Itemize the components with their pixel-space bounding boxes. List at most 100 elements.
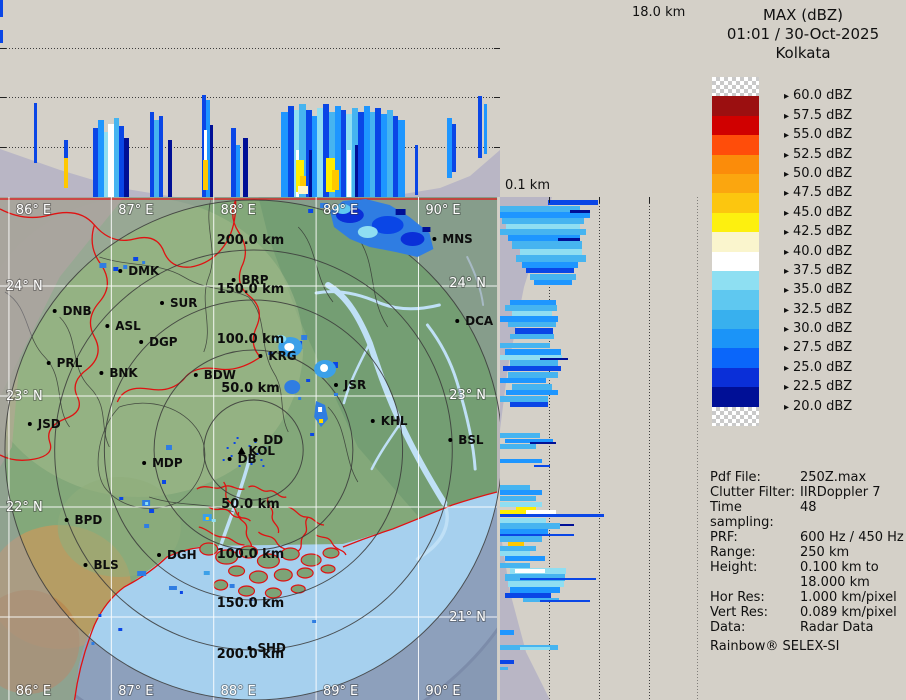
metadata-row: Data:Radar Data [710, 620, 906, 635]
yz-projection-canvas [500, 197, 700, 700]
latitude-label-left: 23° N [6, 389, 43, 404]
metadata-row: Clutter Filter:IIRDoppler 7 [710, 485, 906, 500]
metadata-value: 0.100 km to 18.000 km [800, 560, 879, 590]
city-label: DGH [167, 548, 197, 562]
legend-row: ▸37.5 dBZ [712, 252, 902, 271]
city-label: PRL [57, 356, 83, 370]
metadata-label: Height: [710, 560, 800, 590]
longitude-label-top: 89° E [323, 203, 358, 218]
legend-row: ▸20.0 dBZ [712, 387, 902, 406]
metadata-label: Clutter Filter: [710, 485, 800, 500]
xz-gridlines [0, 49, 500, 148]
legend-swatch [712, 329, 759, 348]
metadata-value: 250Z.max [800, 470, 866, 485]
metadata-row: Vert Res:0.089 km/pixel [710, 605, 906, 620]
city-marker [371, 419, 375, 423]
range-ring-label: 100.0 km [217, 332, 284, 347]
city-marker [83, 563, 87, 567]
product-header: MAX (dBZ) 01:01 / 30-Oct-2025 Kolkata [700, 6, 906, 63]
city-label: ASL [115, 319, 141, 333]
city-label: JSR [343, 378, 366, 392]
range-ring-label: 50.0 km [221, 381, 279, 396]
legend-swatch [712, 252, 759, 271]
ppi-map-panel[interactable]: 86° E86° E87° E87° E88° E88° E89° E89° E… [0, 197, 500, 700]
legend-row: ▸25.0 dBZ [712, 348, 902, 367]
range-ring-label: 200.0 km [217, 233, 284, 248]
longitude-label-top: 88° E [221, 203, 256, 218]
info-sidebar: MAX (dBZ) 01:01 / 30-Oct-2025 Kolkata ▸6… [700, 0, 906, 700]
legend-swatch [712, 135, 759, 154]
metadata-label: Data: [710, 620, 800, 635]
legend-swatch [712, 116, 759, 135]
legend-swatch [712, 387, 759, 406]
latitude-label-left: 22° N [6, 500, 43, 515]
city-marker [105, 324, 109, 328]
radar-site-name: Kolkata [700, 44, 906, 63]
legend-swatch [712, 174, 759, 193]
longitude-label-bottom: 90° E [425, 684, 460, 699]
latitude-label-left: 24° N [6, 279, 43, 294]
metadata-value: 0.089 km/pixel [800, 605, 897, 620]
yz-projection-panel[interactable] [500, 197, 700, 700]
city-marker [258, 354, 262, 358]
radar-application-window: 18.0 km 0.1 km [0, 0, 906, 700]
product-datetime: 01:01 / 30-Oct-2025 [700, 25, 906, 44]
metadata-row: Pdf File:250Z.max [710, 470, 906, 485]
legend-swatch [712, 290, 759, 309]
metadata-label: Vert Res: [710, 605, 800, 620]
city-label: JSD [37, 417, 61, 431]
legend-row: ▸32.5 dBZ [712, 290, 902, 309]
city-label: DCA [465, 314, 494, 328]
legend-swatch [712, 271, 759, 290]
dbz-color-legend: ▸60.0 dBZ▸57.5 dBZ▸55.0 dBZ▸52.5 dBZ▸50.… [712, 77, 902, 426]
range-ring-label: 50.0 km [221, 497, 279, 512]
legend-swatch [712, 213, 759, 232]
city-marker [142, 461, 146, 465]
metadata-value: 1.000 km/pixel [800, 590, 897, 605]
city-label: KHL [381, 414, 408, 428]
city-marker [118, 269, 122, 273]
city-marker [53, 309, 57, 313]
metadata-label: Hor Res: [710, 590, 800, 605]
metadata-value: 48 [800, 500, 817, 530]
scan-metadata: Pdf File:250Z.maxClutter Filter:IIRDoppl… [710, 470, 906, 654]
metadata-row: Height:0.100 km to 18.000 km [710, 560, 906, 590]
legend-swatch [712, 155, 759, 174]
metadata-label: PRF: [710, 530, 800, 545]
latitude-label-right: 24° N [449, 276, 486, 291]
city-marker [99, 371, 103, 375]
city-label: BPD [75, 513, 103, 527]
product-name: MAX (dBZ) [700, 6, 906, 25]
metadata-value: IIRDoppler 7 [800, 485, 881, 500]
city-label: BDW [204, 368, 236, 382]
city-marker [139, 340, 143, 344]
legend-swatch [712, 193, 759, 212]
longitude-label-top: 86° E [16, 203, 51, 218]
city-marker [47, 361, 51, 365]
metadata-row: PRF:600 Hz / 450 Hz [710, 530, 906, 545]
legend-row: ▸55.0 dBZ [712, 116, 902, 135]
city-marker [157, 553, 161, 557]
legend-row: ▸57.5 dBZ [712, 96, 902, 115]
metadata-row: Time sampling:48 [710, 500, 906, 530]
legend-row: ▸45.0 dBZ [712, 193, 902, 212]
legend-row: ▸40.0 dBZ [712, 232, 902, 251]
legend-row: ▸22.5 dBZ [712, 368, 902, 387]
legend-swatch [712, 77, 759, 96]
metadata-row: Range:250 km [710, 545, 906, 560]
city-label: BLS [93, 558, 118, 572]
legend-swatch [712, 96, 759, 115]
xz-projection-panel[interactable] [0, 0, 500, 197]
legend-row: ▸27.5 dBZ [712, 329, 902, 348]
legend-row [712, 407, 902, 426]
ppi-map-canvas: 86° E86° E87° E87° E88° E88° E89° E89° E… [0, 197, 500, 700]
city-marker [232, 278, 236, 282]
range-ring-label: 150.0 km [217, 596, 284, 611]
city-marker [455, 319, 459, 323]
city-marker [28, 422, 32, 426]
city-label: BRP [242, 273, 269, 287]
metadata-value: Radar Data [800, 620, 873, 635]
xz-projection-canvas [0, 0, 500, 197]
city-marker [228, 457, 232, 461]
legend-row: ▸50.0 dBZ [712, 155, 902, 174]
